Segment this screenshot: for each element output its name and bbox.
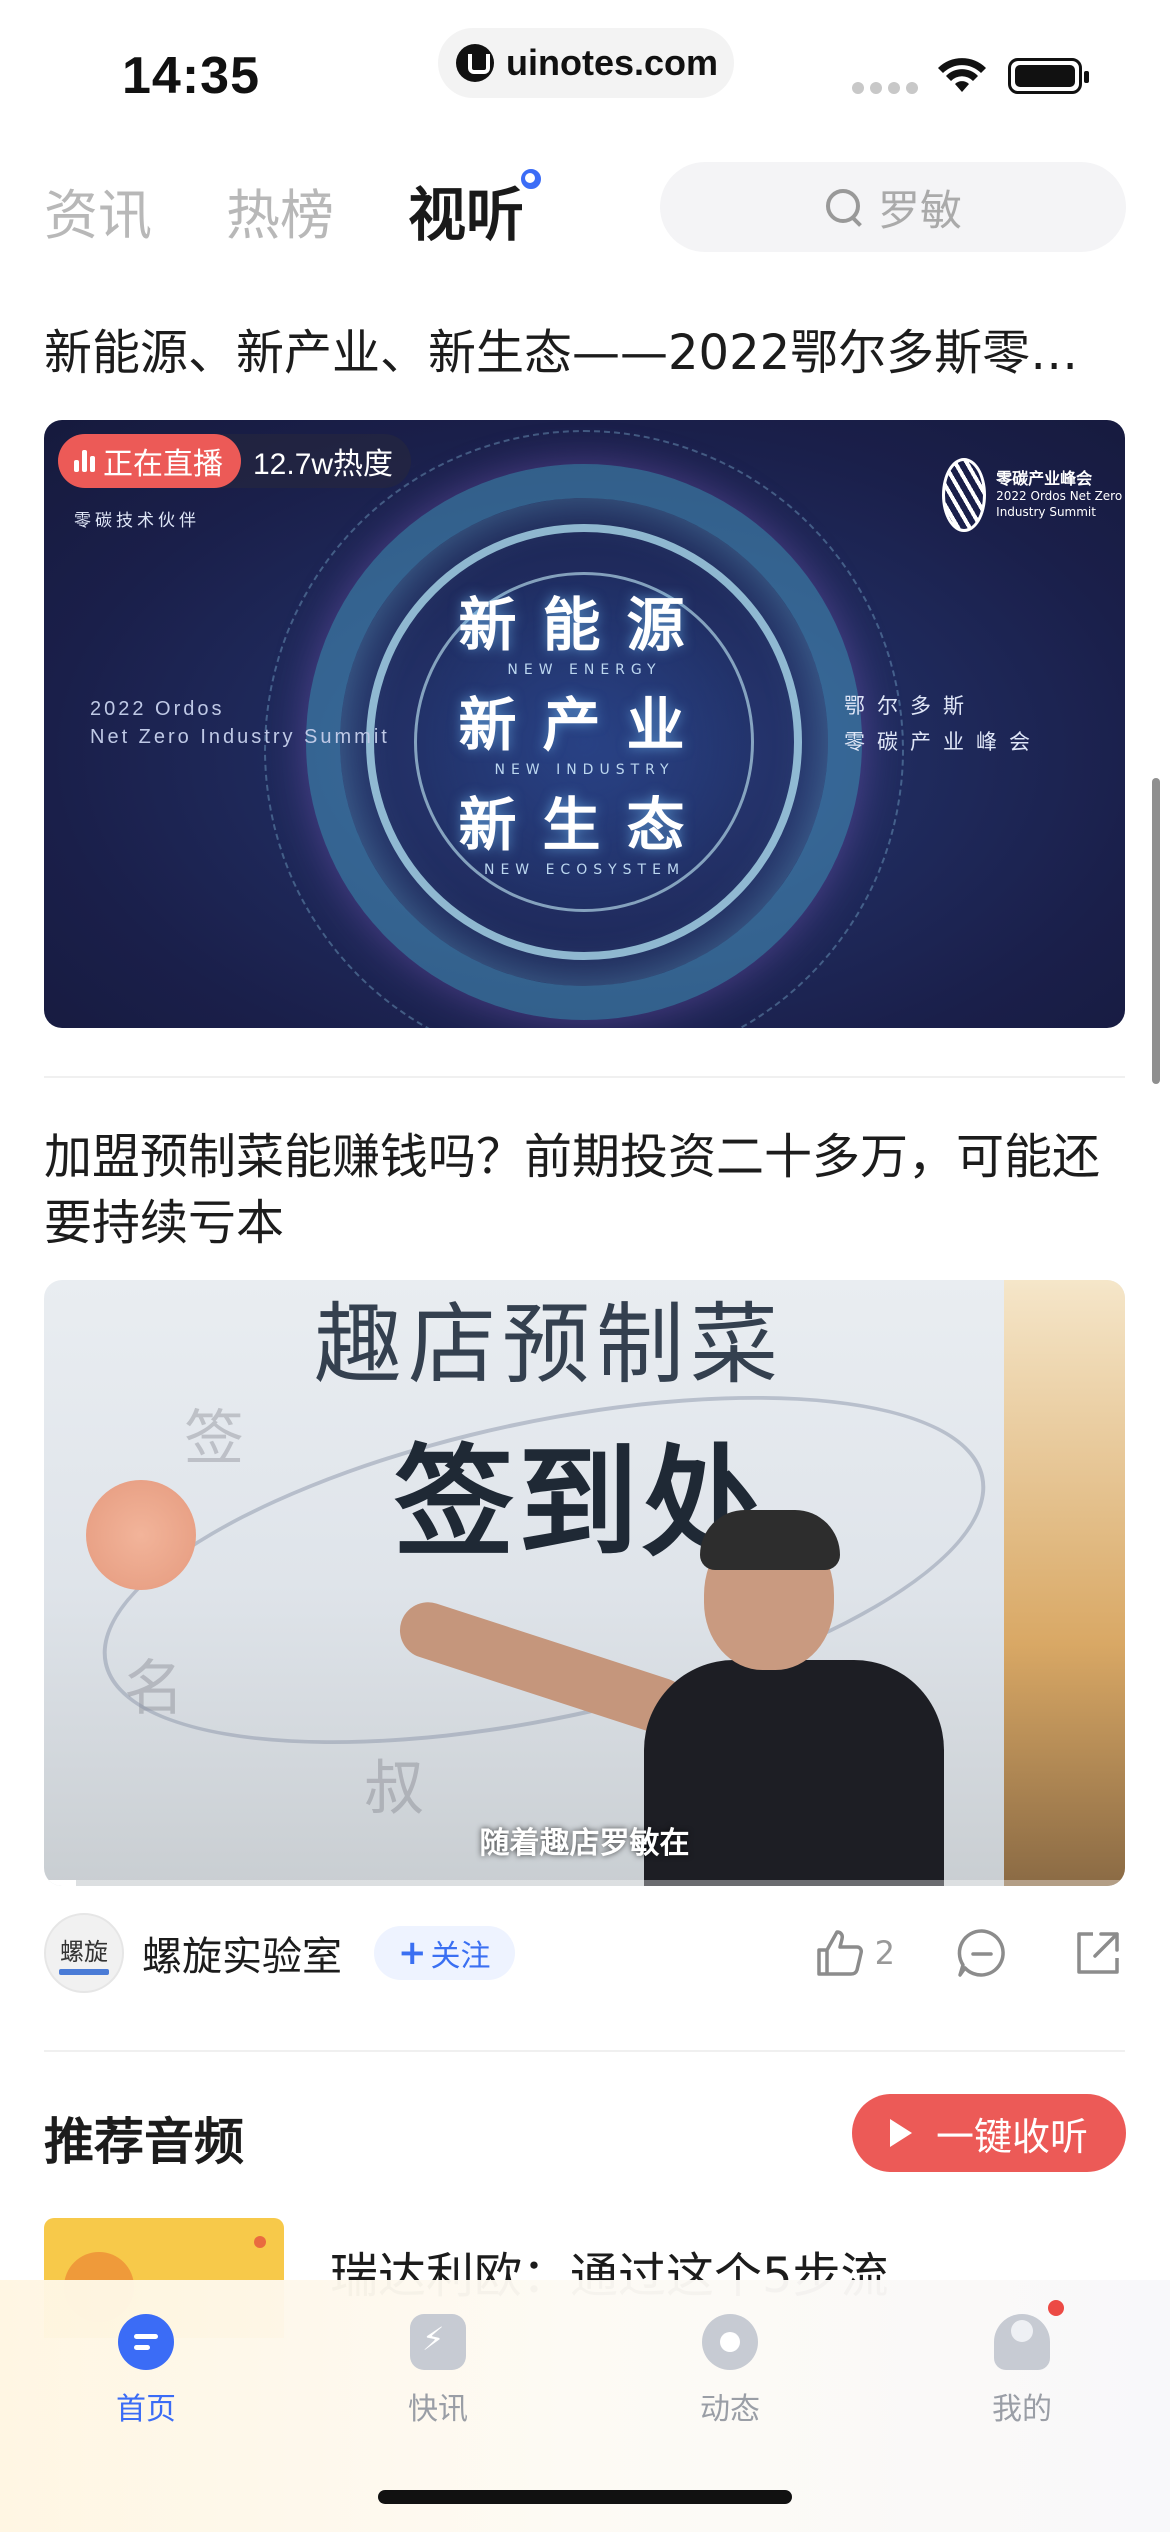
- live-badge: 正在直播: [58, 434, 241, 488]
- tab-home-label: 首页: [116, 2392, 176, 2427]
- comment-icon[interactable]: [955, 1926, 1009, 1980]
- video-title-prefab[interactable]: 加盟预制菜能赚钱吗？前期投资二十多万，可能还要持续亏本: [44, 1124, 1125, 1256]
- search-input[interactable]: 罗敏: [660, 162, 1126, 252]
- top-tabs: 资讯 热榜 视听: [44, 164, 598, 252]
- summit-logo: 零碳产业峰会 2022 Ordos Net Zero Industry Summ…: [942, 458, 1125, 532]
- play-icon: [889, 2119, 912, 2147]
- logo-subtitle: 2022 Ordos Net Zero Industry Summit: [996, 488, 1123, 519]
- follow-label: 关注: [430, 1939, 491, 1974]
- share-icon[interactable]: [1071, 1926, 1125, 1980]
- author-name[interactable]: 螺旋实验室: [142, 1924, 342, 1982]
- profile-icon: [994, 2300, 1064, 2370]
- wifi-icon: [938, 58, 986, 92]
- status-bar: 14:35 uinotes.com: [0, 0, 1170, 140]
- thumbs-up-icon[interactable]: [813, 1926, 867, 1980]
- flash-news-icon: [410, 2314, 466, 2370]
- search-placeholder: 罗敏: [877, 185, 962, 235]
- poster-subline: NEW ECOSYSTEM: [483, 862, 686, 878]
- section-title-recommended-audio: 推荐音频: [44, 2113, 244, 2171]
- tab-profile-label: 我的: [992, 2392, 1052, 2427]
- poster-subline: NEW ENERGY: [507, 662, 662, 678]
- heat-count: 12.7w热度: [253, 448, 394, 481]
- search-icon: [824, 187, 864, 227]
- tab-hot-list[interactable]: 热榜: [226, 171, 334, 250]
- wall-signature: 签: [184, 1404, 244, 1474]
- wall-signature: 叔: [364, 1754, 424, 1824]
- divider: [44, 1076, 1125, 1078]
- action-bar: 2: [813, 1910, 1125, 1996]
- live-bars-icon: [74, 450, 95, 472]
- notification-dot: [1048, 2300, 1064, 2316]
- video-player[interactable]: 签 名 叔 趣店预制菜 签到处 随着趣店罗敏在: [44, 1280, 1125, 1886]
- url-pill[interactable]: uinotes.com: [438, 28, 734, 98]
- tab-profile[interactable]: 我的: [876, 2280, 1168, 2460]
- poster-line-ecosystem: 新生态 NEW ECOSYSTEM: [44, 778, 1125, 878]
- poster-line: 新产业: [458, 691, 711, 759]
- banner-line-brand: 趣店预制菜: [314, 1293, 785, 1396]
- listen-all-label: 一键收听: [935, 2114, 1088, 2159]
- home-indicator: [378, 2490, 792, 2504]
- globe-logo-icon: [942, 458, 987, 532]
- live-status-row: 正在直播 12.7w热度: [58, 434, 412, 488]
- video-subtitle: 随着趣店罗敏在: [479, 1826, 690, 1861]
- video-progress-track[interactable]: [44, 1880, 1125, 1886]
- tab-flash-news-label: 快讯: [408, 2392, 468, 2427]
- partner-text: 零碳技术伙伴: [74, 511, 200, 531]
- tab-moments[interactable]: 动态: [584, 2280, 876, 2460]
- poster-subline: NEW INDUSTRY: [494, 762, 675, 778]
- avatar-text: 螺旋: [60, 1937, 108, 1966]
- poster-line-energy: 新能源 NEW ENERGY: [44, 578, 1125, 678]
- tab-news[interactable]: 资讯: [44, 171, 152, 250]
- plus-icon: +: [398, 1933, 427, 1973]
- poster-line: 新能源: [458, 591, 711, 659]
- listen-all-button[interactable]: 一键收听: [852, 2094, 1126, 2172]
- decorative-planet: [86, 1480, 196, 1590]
- battery-icon: [1008, 58, 1089, 94]
- tab-moments-label: 动态: [700, 2392, 760, 2427]
- tab-audio-video[interactable]: 视听: [408, 164, 547, 252]
- poster-line: 新生态: [458, 791, 711, 859]
- status-time: 14:35: [122, 47, 260, 105]
- cellular-signal-icon: [852, 82, 918, 94]
- author-avatar[interactable]: 螺旋: [44, 1913, 124, 1993]
- site-logo-icon: [456, 44, 494, 82]
- background-room: [1004, 1280, 1125, 1886]
- live-badge-label: 正在直播: [103, 447, 223, 482]
- url-text: uinotes.com: [506, 42, 719, 83]
- live-video-card[interactable]: 零碳技术伙伴 零碳产业峰会 2022 Ordos Net Zero Indust…: [44, 420, 1125, 1028]
- tab-home[interactable]: 首页: [0, 2280, 292, 2460]
- poster-line-industry: 新产业 NEW INDUSTRY: [44, 678, 1125, 778]
- tab-flash-news[interactable]: 快讯: [292, 2280, 584, 2460]
- divider: [44, 2050, 1125, 2052]
- tab-audio-video-label: 视听: [408, 181, 525, 249]
- video-progress-fill: [44, 1880, 77, 1886]
- scrollbar[interactable]: [1152, 778, 1160, 1084]
- tab-indicator-icon: [516, 164, 547, 194]
- author-row: 螺旋 螺旋实验室 + 关注 2: [44, 1910, 1125, 1996]
- logo-title: 零碳产业峰会: [996, 468, 1093, 488]
- moments-icon: [702, 2314, 758, 2370]
- home-icon: [118, 2314, 174, 2370]
- video-title-summit[interactable]: 新能源、新产业、新生态——2022鄂尔多斯零碳产业峰会: [44, 320, 1125, 386]
- follow-button[interactable]: + 关注: [374, 1926, 515, 1980]
- like-count: 2: [874, 1934, 895, 1972]
